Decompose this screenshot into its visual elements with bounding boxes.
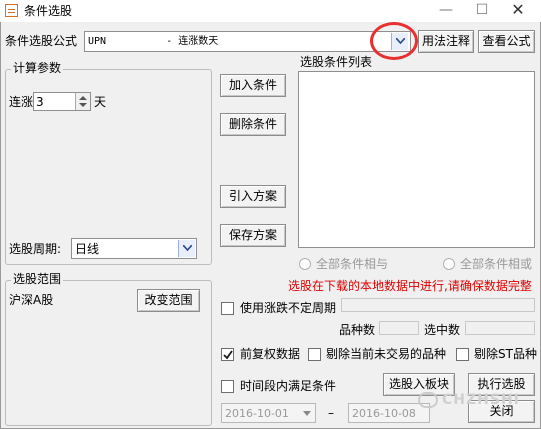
formula-label: 条件选股公式 [5, 34, 78, 48]
lianzhang-input[interactable]: 3 [33, 92, 91, 111]
forward-adjust-label: 前复权数据 [240, 347, 301, 361]
unit-label: 天 [94, 95, 107, 109]
time-range-checkbox[interactable] [221, 380, 234, 393]
delete-condition-button[interactable]: 删除条件 [220, 113, 286, 136]
condition-list[interactable] [298, 71, 535, 248]
close-icon[interactable]: ✕ [500, 0, 536, 20]
date-from-picker[interactable]: 2016-10-01 [221, 403, 316, 423]
date-separator: – [328, 406, 334, 420]
chevron-down-icon[interactable] [178, 240, 195, 257]
view-formula-button[interactable]: 查看公式 [478, 30, 535, 53]
count-label: 品种数 [339, 323, 376, 337]
range-value: 沪深A股 [9, 293, 54, 307]
time-range-label: 时间段内满足条件 [240, 379, 337, 393]
highlight-circle [370, 22, 418, 60]
exclude-st-label: 剔除ST品种 [474, 347, 537, 361]
exclude-untraded-checkbox[interactable] [308, 348, 321, 361]
calc-params-legend: 计算参数 [11, 61, 64, 75]
selected-label: 选中数 [424, 323, 461, 337]
spin-buttons[interactable] [75, 93, 90, 110]
formula-select[interactable]: UPN - 连涨数天 [84, 31, 411, 52]
date-to-picker[interactable]: 2016-10-08 [348, 403, 430, 423]
warning-text: 选股在下载的本地数据中进行,请确保数据完整 [288, 279, 532, 293]
spin-up-icon[interactable] [79, 96, 87, 100]
import-scheme-button[interactable]: 引入方案 [220, 185, 286, 208]
add-condition-button[interactable]: 加入条件 [220, 74, 286, 97]
chevron-down-icon[interactable] [303, 411, 311, 416]
lianzhang-label: 连涨 [9, 95, 34, 109]
radio-or-label: 全部条件相或 [460, 257, 533, 271]
wechat-icon [418, 392, 438, 408]
minimize-icon[interactable]: — [428, 0, 464, 20]
count-field [379, 321, 419, 335]
selected-field [465, 321, 535, 335]
lianzhang-value: 3 [36, 95, 44, 109]
exclude-st-checkbox[interactable] [456, 348, 469, 361]
window-title: 条件选股 [24, 4, 73, 18]
radio-and-label: 全部条件相与 [316, 257, 389, 271]
range-legend: 选股范围 [11, 272, 64, 286]
exclude-untraded-label: 剔除当前未交易的品种 [326, 347, 447, 361]
variable-period-field [341, 298, 535, 312]
variable-period-checkbox[interactable] [221, 302, 234, 315]
period-label: 选股周期: [9, 242, 62, 256]
app-icon [5, 4, 18, 17]
radio-and[interactable] [299, 258, 311, 270]
radio-or[interactable] [443, 258, 455, 270]
save-scheme-button[interactable]: 保存方案 [220, 224, 286, 247]
spin-down-icon[interactable] [79, 103, 87, 107]
date-from-value: 2016-10-01 [225, 407, 289, 420]
checkmark-icon [223, 350, 233, 360]
period-select[interactable]: 日线 [71, 238, 197, 259]
date-to-value: 2016-10-08 [352, 407, 416, 420]
formula-select-value: UPN - 连涨数天 [88, 36, 219, 47]
maximize-icon[interactable]: ☐ [464, 0, 500, 20]
variable-period-label: 使用涨跌不定周期 [240, 301, 337, 315]
usage-notes-button[interactable]: 用法注释 [418, 30, 474, 53]
forward-adjust-checkbox[interactable] [221, 348, 234, 361]
period-value: 日线 [75, 242, 100, 256]
watermark-text: CHZHSHI [442, 392, 520, 408]
condition-list-title: 选股条件列表 [300, 55, 373, 69]
change-range-button[interactable]: 改变范围 [137, 289, 200, 312]
